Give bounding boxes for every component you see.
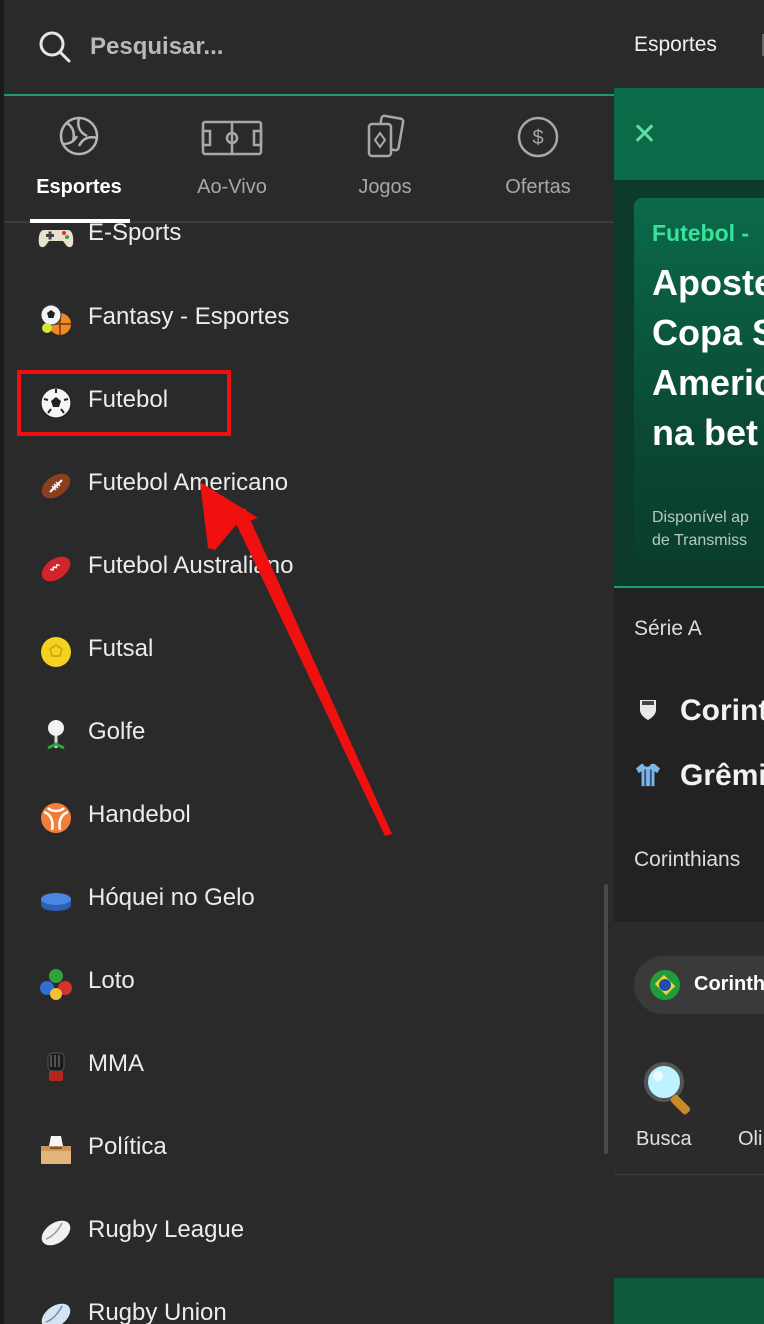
- futsal-ball-icon: [41, 637, 71, 667]
- ballot-box-icon: [41, 1136, 71, 1164]
- list-item-futsal[interactable]: Futsal: [4, 609, 604, 692]
- category-tabs: Esportes Ao-Vivo Jogos $ Ofertas: [4, 96, 614, 224]
- list-item-fantasy[interactable]: Fantasy - Esportes: [4, 277, 604, 360]
- team-name[interactable]: Corint: [680, 694, 764, 728]
- close-icon[interactable]: ✕: [632, 120, 657, 150]
- tab-label: Ao-Vivo: [197, 176, 267, 198]
- lottery-balls-icon: [40, 969, 72, 1000]
- american-football-icon: [41, 473, 71, 499]
- tab-label: Jogos: [358, 176, 412, 198]
- separator: [614, 1174, 764, 1175]
- list-item-politica[interactable]: Política: [4, 1107, 604, 1190]
- promo-headline-line: na bet: [652, 412, 759, 453]
- tab-esportes[interactable]: Esportes: [4, 96, 154, 224]
- sport-label: Rugby League: [88, 1216, 245, 1243]
- shortcut-busca-label[interactable]: Busca: [636, 1128, 692, 1151]
- list-item-futebol-australiano[interactable]: Futebol Australiano: [4, 526, 604, 609]
- list-item-futebol-americano[interactable]: Futebol Americano: [4, 443, 604, 526]
- promo-disclaimer: de Transmiss: [652, 532, 748, 549]
- svg-text:$: $: [532, 127, 543, 149]
- dollar-coin-icon: $: [517, 116, 559, 158]
- promo-card[interactable]: Futebol - Aposte Copa S Americ na bet Di…: [634, 198, 764, 564]
- sport-label: Futebol Australiano: [88, 552, 294, 579]
- magnifier-icon[interactable]: [640, 1058, 700, 1118]
- rugby-union-ball-icon: [41, 1303, 71, 1324]
- sport-label: Futebol Americano: [88, 469, 289, 496]
- league-title: Série A: [634, 617, 702, 640]
- search-bar: [4, 0, 614, 94]
- list-item-hoquei[interactable]: Hóquei no Gelo: [4, 858, 604, 941]
- list-item-rugby-union[interactable]: Rugby Union: [4, 1273, 604, 1324]
- list-item-mma[interactable]: MMA: [4, 1024, 604, 1107]
- background-top-bar: Esportes: [614, 0, 764, 88]
- brazil-flag-globe: [659, 979, 671, 991]
- team-name[interactable]: Grêmi: [680, 759, 764, 793]
- highlight-box-futebol: [17, 370, 231, 436]
- sport-label: Política: [88, 1133, 167, 1160]
- volleyball-icon: [59, 116, 99, 156]
- field-icon: [201, 120, 263, 156]
- shortcut-label[interactable]: Oli: [738, 1128, 762, 1151]
- list-item-golfe[interactable]: Golfe: [4, 692, 604, 775]
- list-item-handebol[interactable]: Handebol: [4, 775, 604, 858]
- search-input[interactable]: [88, 26, 492, 68]
- tab-ao-vivo[interactable]: Ao-Vivo: [157, 96, 307, 224]
- promo-disclaimer: Disponível ap: [652, 509, 749, 526]
- mma-glove-icon: [47, 1052, 65, 1081]
- match-title: Corinthians: [634, 848, 741, 871]
- background-tab-esportes[interactable]: Esportes: [634, 33, 717, 57]
- team-filter-label: Corinth: [694, 973, 764, 995]
- list-item-e-sports[interactable]: E-Sports: [4, 223, 604, 276]
- team-shield-icon: [640, 700, 656, 720]
- tab-label: Ofertas: [505, 176, 571, 198]
- sport-label: Hóquei no Gelo: [88, 884, 255, 911]
- sport-label: Golfe: [88, 718, 146, 745]
- sport-label: Rugby Union: [88, 1299, 227, 1324]
- background-page: Esportes ✕ Futebol - Aposte Copa S Ameri…: [614, 0, 764, 1324]
- sport-label: MMA: [88, 1050, 144, 1077]
- promo-headline-line: Americ: [652, 362, 764, 403]
- sport-label: Fantasy - Esportes: [88, 303, 290, 330]
- background-footer: [614, 1278, 764, 1324]
- promo-headline-line: Aposte: [652, 262, 764, 303]
- fantasy-balls-icon: [40, 304, 71, 335]
- sports-menu-drawer: Esportes Ao-Vivo Jogos $: [4, 0, 614, 1324]
- list-item-loto[interactable]: Loto: [4, 941, 604, 1024]
- sport-label: Loto: [88, 967, 135, 994]
- handball-icon: [41, 803, 71, 833]
- promo-headline-line: Copa S: [652, 312, 764, 353]
- tab-jogos[interactable]: Jogos: [310, 96, 460, 224]
- promo-tag: Futebol -: [652, 220, 750, 246]
- tab-label: Esportes: [36, 176, 122, 198]
- hockey-puck-icon: [41, 893, 71, 911]
- search-icon: [39, 31, 71, 63]
- team-jersey-icon: [636, 763, 660, 787]
- sport-label: E-Sports: [88, 223, 182, 246]
- sport-label: Futsal: [88, 635, 154, 662]
- golf-ball-icon: [47, 720, 65, 750]
- tab-ofertas[interactable]: $ Ofertas: [463, 96, 613, 224]
- cards-icon: [367, 114, 405, 158]
- rugby-ball-icon: [41, 1220, 71, 1246]
- gamepad-icon: [38, 230, 74, 248]
- green-divider: [614, 586, 764, 588]
- list-item-rugby-league[interactable]: Rugby League: [4, 1190, 604, 1273]
- australian-football-icon: [41, 556, 71, 582]
- sport-label: Handebol: [88, 801, 191, 828]
- scrollbar[interactable]: [604, 884, 608, 1154]
